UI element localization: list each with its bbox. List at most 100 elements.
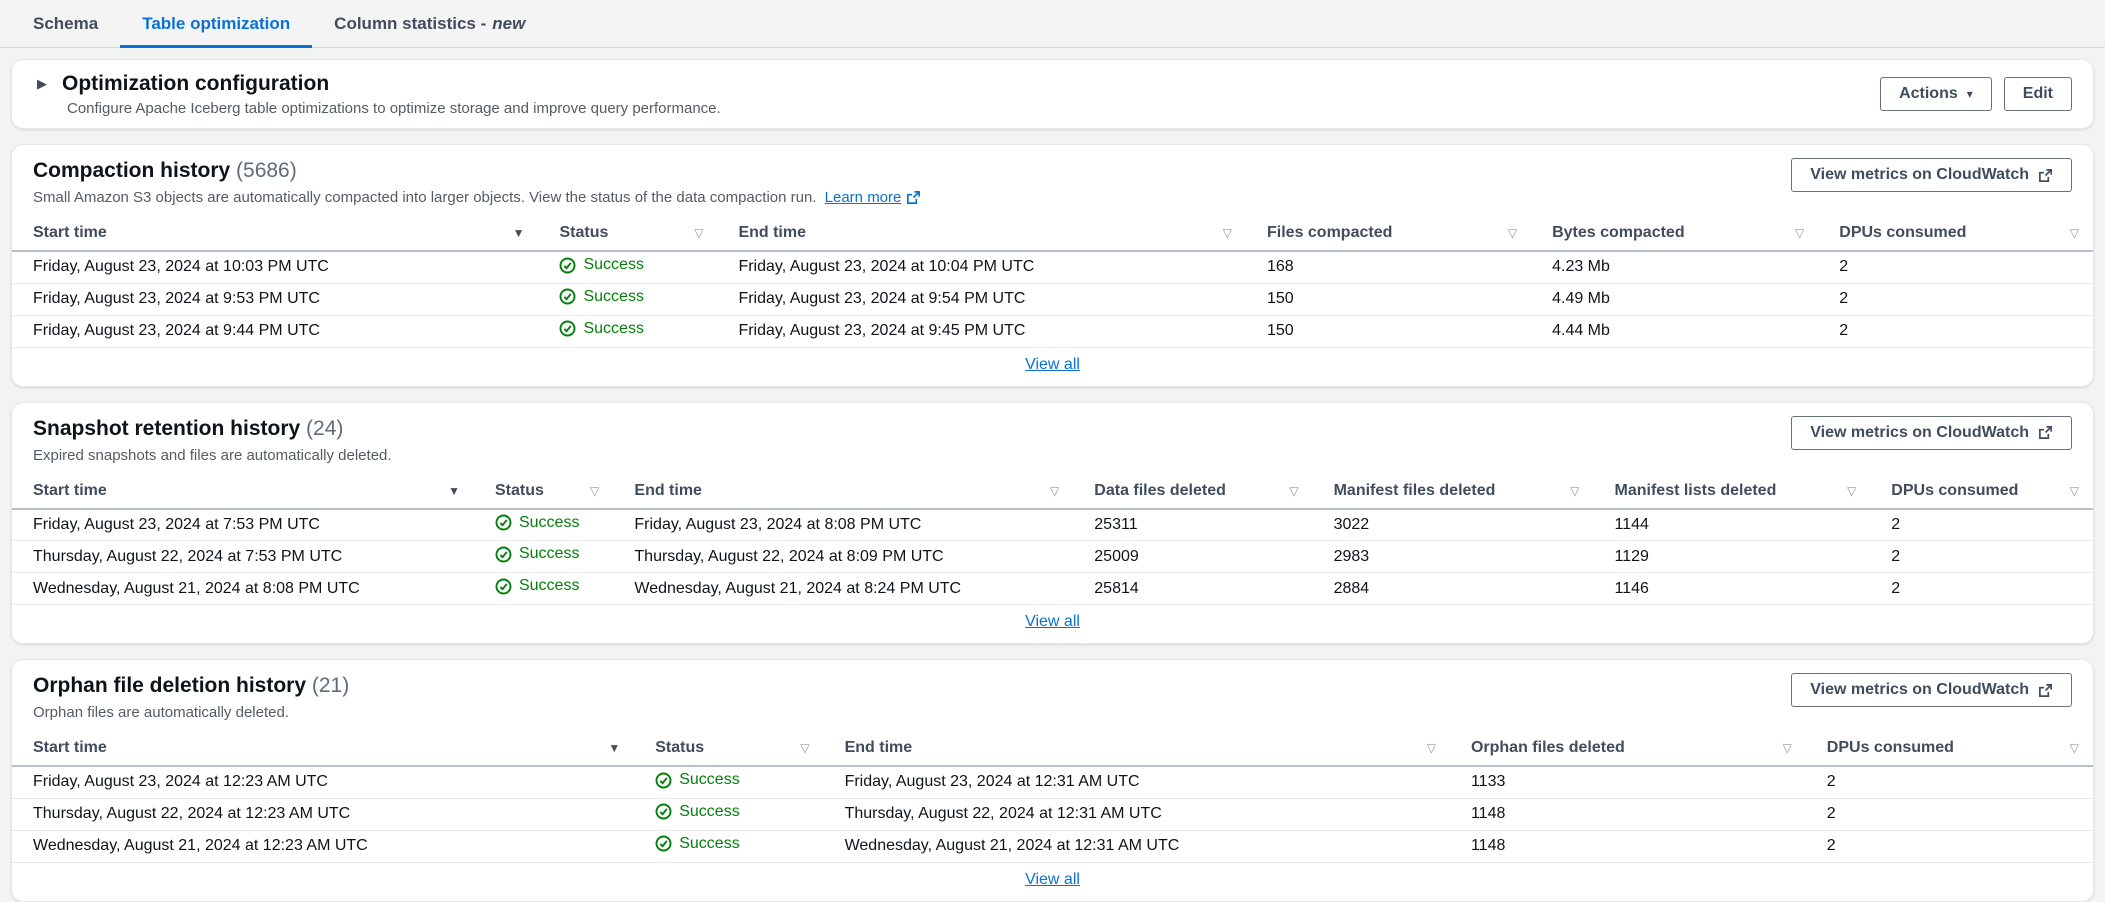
section-description-text: Orphan files are automatically deleted. (33, 704, 289, 721)
table-row: Friday, August 23, 2024 at 10:03 PM UTC S… (12, 251, 2093, 283)
table-cell: 2 (1870, 509, 2093, 541)
view-all-row: View all (12, 348, 2093, 386)
filter-icon[interactable]: ▽ (1570, 484, 1579, 498)
view-all-link[interactable]: View all (1025, 356, 1080, 374)
view-all-link[interactable]: View all (1025, 871, 1080, 889)
column-header-data-files-deleted[interactable]: Data files deleted▽ (1073, 474, 1312, 509)
tab-table-optimization[interactable]: Table optimization (120, 0, 312, 47)
column-label: Status (559, 224, 608, 242)
tab-schema[interactable]: Schema (11, 0, 120, 47)
table-cell: Success (538, 251, 717, 283)
sort-descending-icon[interactable]: ▼ (513, 226, 525, 240)
column-header-start-time[interactable]: Start time ▼ (12, 474, 474, 509)
column-header-start-time[interactable]: Start time ▼ (12, 216, 538, 251)
tab-column-statistics[interactable]: Column statistics - new (312, 0, 547, 47)
actions-button[interactable]: Actions ▾ (1880, 77, 1992, 111)
sort-descending-icon[interactable]: ▼ (448, 484, 460, 498)
table-cell: 4.49 Mb (1531, 283, 1818, 315)
section-description-text: Expired snapshots and files are automati… (33, 447, 392, 464)
column-header-orphan-files-deleted[interactable]: Orphan files deleted ▽ (1450, 731, 1806, 766)
table-cell: Thursday, August 22, 2024 at 7:53 PM UTC (12, 541, 474, 573)
table-cell: Friday, August 23, 2024 at 10:03 PM UTC (12, 251, 538, 283)
table-cell: 150 (1246, 315, 1531, 347)
section-description-text: Small Amazon S3 objects are automaticall… (33, 189, 816, 206)
table-cell: 25311 (1073, 509, 1312, 541)
column-label: Manifest files deleted (1334, 482, 1496, 500)
status-label: Success (583, 256, 643, 274)
filter-icon[interactable]: ▽ (2070, 484, 2079, 498)
filter-icon[interactable]: ▽ (1783, 741, 1792, 755)
learn-more-link[interactable]: Learn more (825, 188, 922, 207)
table-header-row: Start time▼Status▽End time▽Orphan files … (12, 731, 2093, 766)
sort-descending-icon[interactable]: ▼ (608, 741, 620, 755)
column-header-dpus-consumed[interactable]: DPUs consumed▽ (1870, 474, 2093, 509)
table-cell: Wednesday, August 21, 2024 at 8:24 PM UT… (613, 573, 1073, 605)
column-label: Start time (33, 224, 107, 242)
section-heading-block: Orphan file deletion history (21) Orphan… (33, 673, 349, 722)
filter-icon[interactable]: ▽ (1508, 226, 1517, 240)
section-title: Snapshot retention history (24) (33, 416, 392, 442)
view-metrics-cloudwatch-button[interactable]: View metrics on CloudWatch (1791, 158, 2072, 192)
page: Schema Table optimization Column statist… (0, 0, 2105, 902)
table-row: Friday, August 23, 2024 at 9:44 PM UTCSu… (12, 315, 2093, 347)
section-title: Orphan file deletion history (21) (33, 673, 349, 699)
actions-button-label: Actions (1899, 85, 1958, 103)
column-label: Start time (33, 482, 107, 500)
table-cell: Friday, August 23, 2024 at 12:23 AM UTC (12, 766, 634, 798)
column-header-status[interactable]: Status ▽ (474, 474, 613, 509)
filter-icon[interactable]: ▽ (800, 741, 809, 755)
table-cell: 1144 (1594, 509, 1871, 541)
table-cell: 1148 (1450, 798, 1806, 830)
column-header-end-time[interactable]: End time▽ (613, 474, 1073, 509)
section-count: (5686) (236, 159, 297, 182)
filter-icon[interactable]: ▽ (694, 226, 703, 240)
column-label: Files compacted (1267, 224, 1392, 242)
success-check-icon (655, 772, 672, 789)
filter-icon[interactable]: ▽ (1289, 484, 1298, 498)
table-cell: 2 (1870, 573, 2093, 605)
column-header-end-time[interactable]: End time▽ (717, 216, 1246, 251)
column-header-end-time[interactable]: End time▽ (824, 731, 1450, 766)
column-header-status[interactable]: Status▽ (634, 731, 823, 766)
compaction-history-table: Start time▼Status▽End time▽Files compact… (12, 216, 2093, 348)
filter-icon[interactable]: ▽ (1427, 741, 1436, 755)
column-label: Orphan files deleted (1471, 739, 1625, 757)
table-cell: Friday, August 23, 2024 at 9:44 PM UTC (12, 315, 538, 347)
column-label: Status (495, 482, 544, 500)
orphan-file-deletion-history-table: Start time▼Status▽End time▽Orphan files … (12, 731, 2093, 863)
column-header-dpus-consumed[interactable]: DPUs consumed ▽ (1806, 731, 2093, 766)
filter-icon[interactable]: ▽ (2070, 741, 2079, 755)
view-metrics-cloudwatch-button[interactable]: View metrics on CloudWatch (1791, 673, 2072, 707)
success-check-icon (495, 546, 512, 563)
status-success-badge: Success (495, 514, 579, 532)
table-cell: 168 (1246, 251, 1531, 283)
config-title: Optimization configuration (62, 71, 329, 97)
table-cell: 2 (1818, 315, 2093, 347)
column-label: DPUs consumed (1827, 739, 1954, 757)
config-expand-header[interactable]: ▶ Optimization configuration (33, 71, 721, 97)
filter-icon[interactable]: ▽ (2070, 226, 2079, 240)
column-header-start-time[interactable]: Start time▼ (12, 731, 634, 766)
column-header-files-compacted[interactable]: Files compacted ▽ (1246, 216, 1531, 251)
view-all-link[interactable]: View all (1025, 613, 1080, 631)
column-header-manifest-lists-deleted[interactable]: Manifest lists deleted▽ (1594, 474, 1871, 509)
filter-icon[interactable]: ▽ (1223, 226, 1232, 240)
column-header-status[interactable]: Status ▽ (538, 216, 717, 251)
column-header-bytes-compacted[interactable]: Bytes compacted▽ (1531, 216, 1818, 251)
column-header-dpus-consumed[interactable]: DPUs consumed▽ (1818, 216, 2093, 251)
edit-button[interactable]: Edit (2004, 77, 2072, 111)
column-header-manifest-files-deleted[interactable]: Manifest files deleted ▽ (1313, 474, 1594, 509)
view-metrics-cloudwatch-button[interactable]: View metrics on CloudWatch (1791, 416, 2072, 450)
filter-icon[interactable]: ▽ (1795, 226, 1804, 240)
section-description: Small Amazon S3 objects are automaticall… (33, 188, 921, 207)
table-cell: 2 (1818, 283, 2093, 315)
section-title-text: Orphan file deletion history (33, 674, 306, 697)
filter-icon[interactable]: ▽ (1847, 484, 1856, 498)
table-cell: 25814 (1073, 573, 1312, 605)
optimization-configuration-panel: ▶ Optimization configuration Configure A… (11, 59, 2094, 129)
expand-right-icon[interactable]: ▶ (37, 76, 47, 92)
snapshot-retention-history-panel: Snapshot retention history (24) Expired … (11, 402, 2094, 645)
external-link-icon (2038, 168, 2053, 183)
filter-icon[interactable]: ▽ (1050, 484, 1059, 498)
filter-icon[interactable]: ▽ (590, 484, 599, 498)
